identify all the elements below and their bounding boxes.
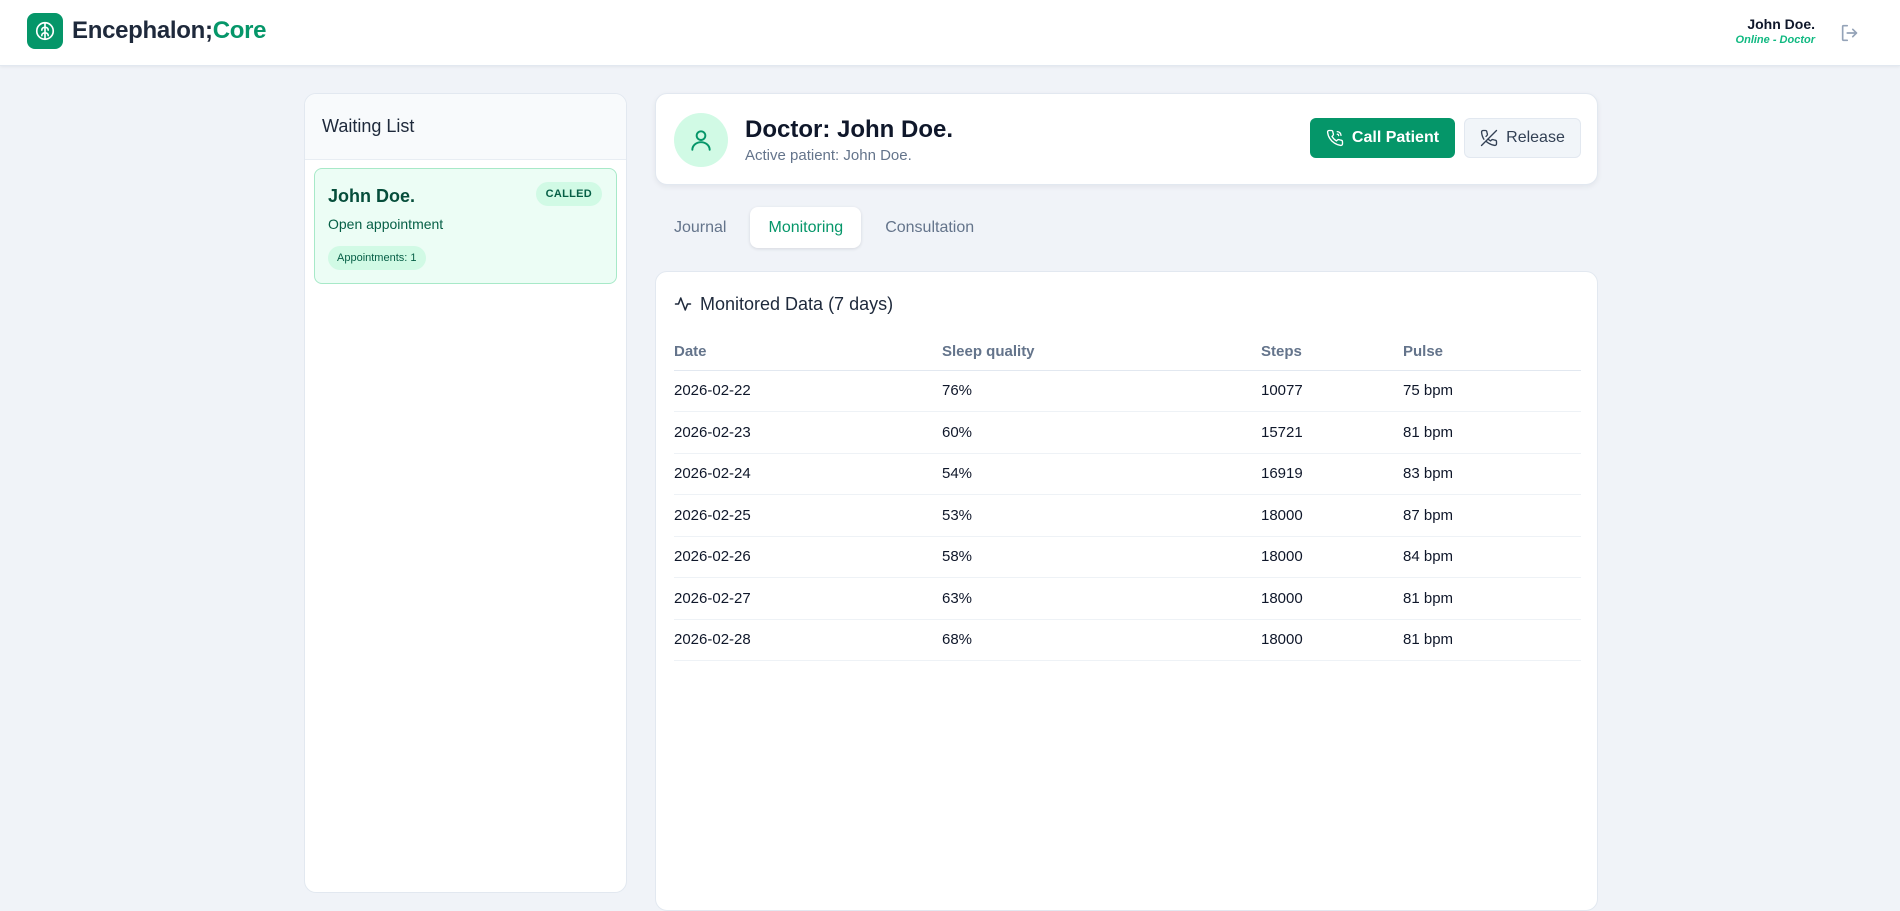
cell-date: 2026-02-23: [674, 411, 942, 454]
cell-pulse: 87 bpm: [1403, 494, 1581, 537]
tab-bar: Journal Monitoring Consultation: [656, 207, 992, 248]
monitoring-table: Date Sleep quality Steps Pulse 2026-02-2…: [674, 334, 1581, 661]
table-row: 2026-02-22 76% 10077 75 bpm: [674, 370, 1581, 412]
status-badge: CALLED: [535, 182, 602, 206]
release-button[interactable]: Release: [1464, 118, 1581, 158]
monitoring-panel: Monitored Data (7 days) Date Sleep quali…: [655, 271, 1598, 911]
cell-steps: 16919: [1261, 453, 1403, 495]
phone-icon: [1326, 129, 1344, 147]
brand-part-1: Encephalon;: [72, 17, 213, 44]
monitoring-title-text: Monitored Data (7 days): [700, 293, 894, 314]
cell-sleep: 68%: [942, 619, 1261, 661]
waiting-list-item[interactable]: John Doe. CALLED Open appointment Appoin…: [314, 168, 617, 284]
tab-journal[interactable]: Journal: [656, 207, 744, 248]
release-label: Release: [1506, 129, 1565, 146]
active-patient: Active patient: John Doe.: [745, 147, 912, 164]
brand-part-2: Core: [212, 17, 267, 44]
cell-pulse: 75 bpm: [1403, 370, 1581, 412]
tab-monitoring[interactable]: Monitoring: [750, 207, 862, 248]
appointments-count-badge: Appointments: 1: [328, 246, 426, 270]
cell-pulse: 84 bpm: [1403, 536, 1581, 578]
activity-icon: [674, 295, 692, 313]
cell-sleep: 76%: [942, 370, 1261, 412]
cell-sleep: 60%: [942, 411, 1261, 454]
user-icon: [674, 113, 728, 167]
table-row: 2026-02-27 63% 18000 81 bpm: [674, 577, 1581, 620]
cell-date: 2026-02-26: [674, 536, 942, 578]
waiting-list-title: Waiting List: [305, 94, 626, 160]
cell-sleep: 53%: [942, 494, 1261, 537]
user-status: Online - Doctor: [1735, 34, 1815, 46]
top-bar: Encephalon; Core John Doe. Online - Docto…: [0, 0, 1900, 66]
column-header-date: Date: [674, 334, 942, 371]
tab-consultation[interactable]: Consultation: [867, 207, 992, 248]
column-header-pulse: Pulse: [1403, 334, 1581, 371]
user-info: John Doe. Online - Doctor: [1736, 15, 1815, 47]
logout-icon[interactable]: [1837, 20, 1863, 46]
cell-pulse: 83 bpm: [1403, 453, 1581, 495]
table-row: 2026-02-28 68% 18000 81 bpm: [674, 619, 1581, 661]
cell-date: 2026-02-22: [674, 370, 942, 412]
cell-date: 2026-02-28: [674, 619, 942, 661]
table-header-row: Date Sleep quality Steps Pulse: [674, 334, 1581, 371]
cell-pulse: 81 bpm: [1403, 411, 1581, 454]
table-row: 2026-02-24 54% 16919 83 bpm: [674, 453, 1581, 495]
column-header-sleep: Sleep quality: [942, 334, 1261, 371]
monitoring-title: Monitored Data (7 days): [674, 292, 893, 316]
cell-date: 2026-02-27: [674, 577, 942, 620]
column-header-steps: Steps: [1261, 334, 1403, 371]
cell-pulse: 81 bpm: [1403, 577, 1581, 620]
cell-steps: 15721: [1261, 411, 1403, 454]
cell-steps: 18000: [1261, 619, 1403, 661]
user-name: John Doe.: [1747, 16, 1815, 32]
appointment-status: Open appointment: [328, 216, 444, 232]
cell-date: 2026-02-24: [674, 453, 942, 495]
patient-name: John Doe.: [328, 186, 416, 206]
phone-off-icon: [1480, 129, 1498, 147]
call-patient-button[interactable]: Call Patient: [1310, 118, 1455, 158]
call-patient-label: Call Patient: [1351, 129, 1440, 146]
brain-icon[interactable]: [27, 13, 63, 49]
table-row: 2026-02-23 60% 15721 81 bpm: [674, 411, 1581, 454]
cell-steps: 18000: [1261, 494, 1403, 537]
cell-pulse: 81 bpm: [1403, 619, 1581, 661]
cell-steps: 18000: [1261, 577, 1403, 620]
brand-name[interactable]: Encephalon; Core: [72, 15, 267, 47]
cell-date: 2026-02-25: [674, 494, 942, 537]
cell-steps: 10077: [1261, 370, 1403, 412]
cell-steps: 18000: [1261, 536, 1403, 578]
cell-sleep: 58%: [942, 536, 1261, 578]
doctor-card: Doctor: John Doe. Active patient: John D…: [655, 93, 1598, 185]
cell-sleep: 63%: [942, 577, 1261, 620]
doctor-title: Doctor: John Doe.: [745, 116, 953, 143]
waiting-list-panel: Waiting List John Doe. CALLED Open appoi…: [304, 93, 627, 893]
cell-sleep: 54%: [942, 453, 1261, 495]
table-row: 2026-02-25 53% 18000 87 bpm: [674, 494, 1581, 537]
table-row: 2026-02-26 58% 18000 84 bpm: [674, 536, 1581, 578]
